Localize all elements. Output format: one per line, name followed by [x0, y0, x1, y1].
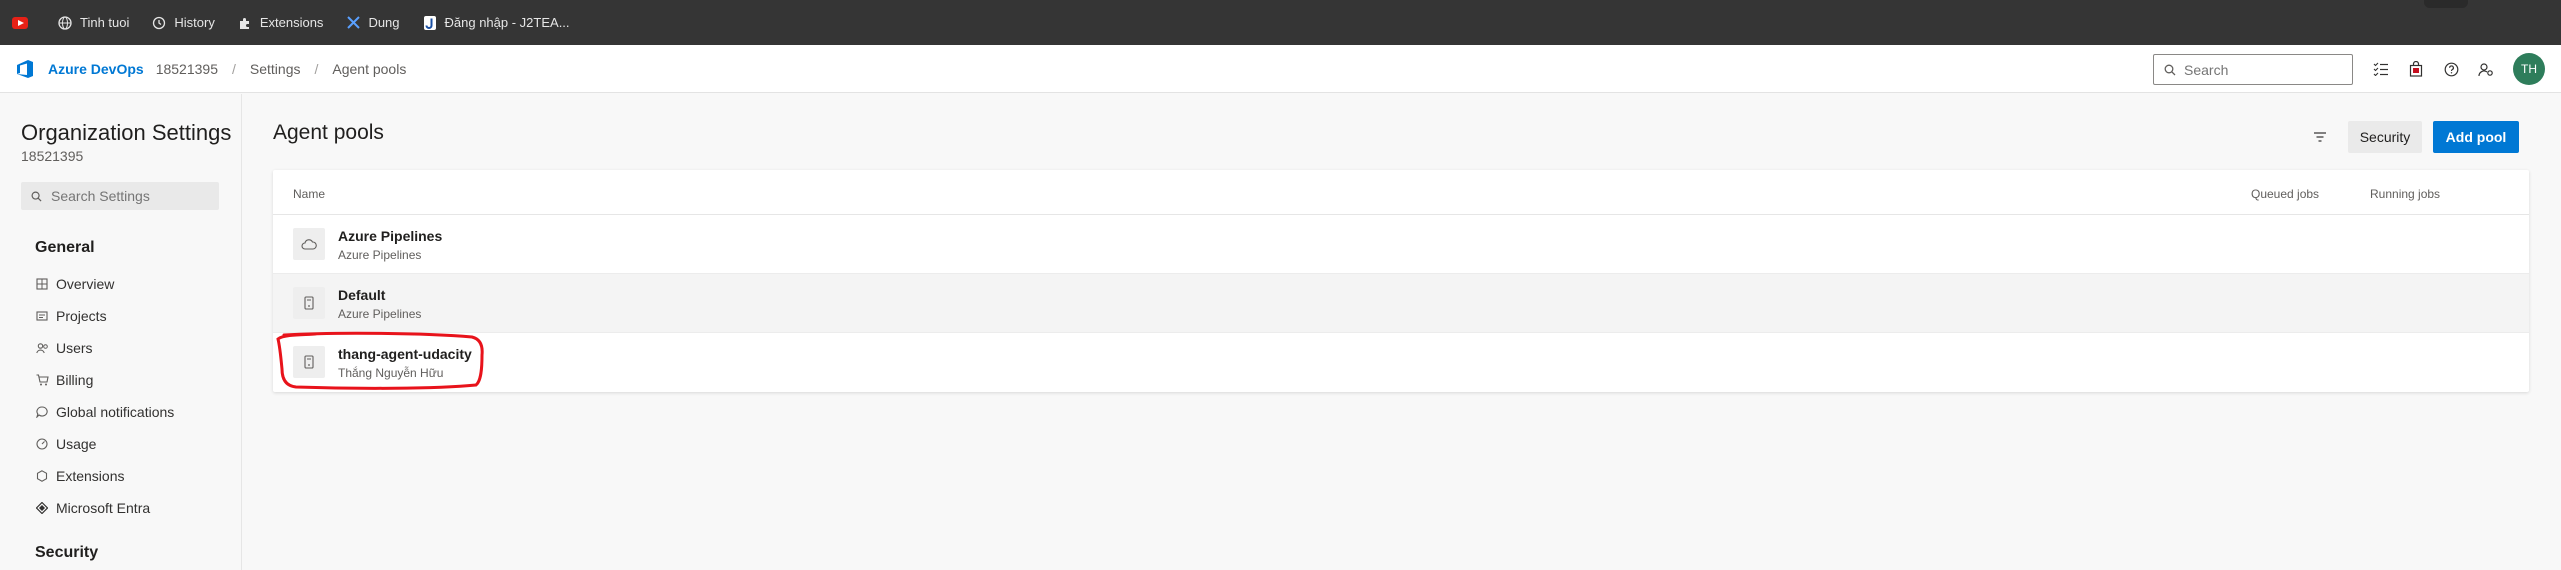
top-header: Azure DevOps 18521395 / Settings / Agent…: [0, 45, 2561, 93]
bookmark-label: History: [174, 15, 215, 30]
bookmark-j2team[interactable]: Đăng nhập - J2TEA...: [422, 15, 570, 31]
work-items-icon[interactable]: [2370, 58, 2392, 80]
pool-name[interactable]: Default: [338, 287, 385, 303]
breadcrumb-separator: /: [232, 60, 236, 77]
filter-button[interactable]: [2309, 126, 2331, 148]
filter-icon: [2314, 132, 2326, 142]
puzzle-icon: [237, 15, 253, 31]
sidebar-org-id: 18521395: [21, 148, 84, 164]
group-general: General: [35, 239, 95, 256]
sidebar-title: Organization Settings: [21, 120, 232, 145]
settings-search-input[interactable]: [51, 188, 211, 204]
hexagon-icon: [35, 469, 49, 483]
sidebar-item-billing[interactable]: Billing: [35, 372, 93, 388]
cart-icon: [35, 373, 49, 387]
bookmark-label: Extensions: [259, 15, 324, 30]
bookmark-extensions[interactable]: Extensions: [237, 15, 324, 31]
entra-icon: [35, 501, 49, 515]
sidebar-item-extensions[interactable]: Extensions: [35, 468, 124, 484]
marketplace-bag-icon[interactable]: [2405, 58, 2427, 80]
column-queued-jobs[interactable]: Queued jobs: [2251, 187, 2319, 201]
search-input[interactable]: [2184, 61, 2344, 78]
sidebar-item-label: Users: [56, 340, 93, 356]
sidebar-item-overview[interactable]: Overview: [35, 276, 114, 292]
x-logo-icon: [345, 15, 361, 31]
sidebar-item-microsoft-entra[interactable]: Microsoft Entra: [35, 500, 150, 516]
bookmark-dung[interactable]: Dung: [345, 15, 400, 31]
search-icon: [31, 191, 42, 202]
settings-sidebar: Organization Settings 18521395 General O…: [0, 94, 242, 570]
settings-search[interactable]: [21, 182, 219, 210]
sidebar-item-label: Billing: [56, 372, 94, 388]
chat-icon: [35, 405, 49, 419]
breadcrumb-org[interactable]: 18521395: [156, 61, 218, 77]
user-settings-icon[interactable]: [2475, 58, 2497, 80]
bookmark-youtube[interactable]: [12, 15, 35, 31]
azure-devops-logo-icon[interactable]: [14, 58, 36, 80]
bookmark-label: Dung: [368, 15, 400, 30]
column-name[interactable]: Name: [293, 187, 325, 201]
history-icon: [151, 15, 167, 31]
search-icon: [2164, 64, 2176, 75]
sidebar-item-label: Global notifications: [56, 404, 175, 420]
pool-owner: Azure Pipelines: [338, 248, 422, 262]
global-search[interactable]: [2153, 54, 2353, 85]
sidebar-item-usage[interactable]: Usage: [35, 436, 96, 452]
bookmark-label: Tinh tuoi: [80, 15, 130, 30]
cloud-icon: [293, 228, 325, 260]
table-row[interactable]: Default Azure Pipelines: [273, 274, 2529, 333]
pool-owner: Azure Pipelines: [338, 307, 422, 321]
grid-icon: [35, 277, 49, 291]
sidebar-item-projects[interactable]: Projects: [35, 308, 107, 324]
table-header: Name Queued jobs Running jobs: [273, 170, 2529, 215]
sidebar-item-label: Overview: [56, 276, 115, 292]
breadcrumb-separator: /: [314, 60, 319, 77]
projects-icon: [35, 309, 49, 323]
gauge-icon: [35, 437, 49, 451]
agent-pools-table: Name Queued jobs Running jobs Azure Pipe…: [273, 170, 2529, 392]
help-icon[interactable]: [2440, 58, 2462, 80]
bookmark-tinh-tuoi[interactable]: Tinh tuoi: [57, 15, 129, 31]
brand-link[interactable]: Azure DevOps: [48, 61, 144, 77]
sidebar-item-label: Extensions: [56, 468, 125, 484]
j2team-icon: [422, 15, 438, 31]
globe-icon: [57, 15, 73, 31]
breadcrumb-agent-pools[interactable]: Agent pools: [332, 61, 406, 77]
bookmark-label: Đăng nhập - J2TEA...: [444, 15, 570, 30]
sidebar-item-global-notifications[interactable]: Global notifications: [35, 404, 174, 420]
sidebar-item-users[interactable]: Users: [35, 340, 93, 356]
server-icon: [293, 287, 325, 319]
bookmark-history[interactable]: History: [151, 15, 215, 31]
page-title: Agent pools: [273, 121, 384, 144]
bookmarks-bar: Tinh tuoi History Extensions Dung Đăng n…: [0, 0, 2561, 45]
youtube-icon: [12, 15, 28, 31]
pool-name[interactable]: Azure Pipelines: [338, 228, 442, 244]
sidebar-item-label: Usage: [56, 436, 97, 452]
column-running-jobs[interactable]: Running jobs: [2370, 187, 2440, 201]
table-row[interactable]: thang-agent-udacity Thắng Nguyễn Hữu: [273, 333, 2529, 392]
security-button[interactable]: Security: [2348, 121, 2422, 153]
avatar[interactable]: TH: [2513, 53, 2545, 85]
add-pool-button[interactable]: Add pool: [2433, 121, 2519, 153]
users-icon: [35, 341, 49, 355]
red-annotation-outline: [276, 331, 484, 390]
sidebar-item-label: Microsoft Entra: [56, 500, 151, 516]
group-security: Security: [35, 544, 99, 561]
breadcrumb-settings[interactable]: Settings: [250, 61, 301, 77]
sidebar-item-label: Projects: [56, 308, 107, 324]
table-row[interactable]: Azure Pipelines Azure Pipelines: [273, 215, 2529, 274]
